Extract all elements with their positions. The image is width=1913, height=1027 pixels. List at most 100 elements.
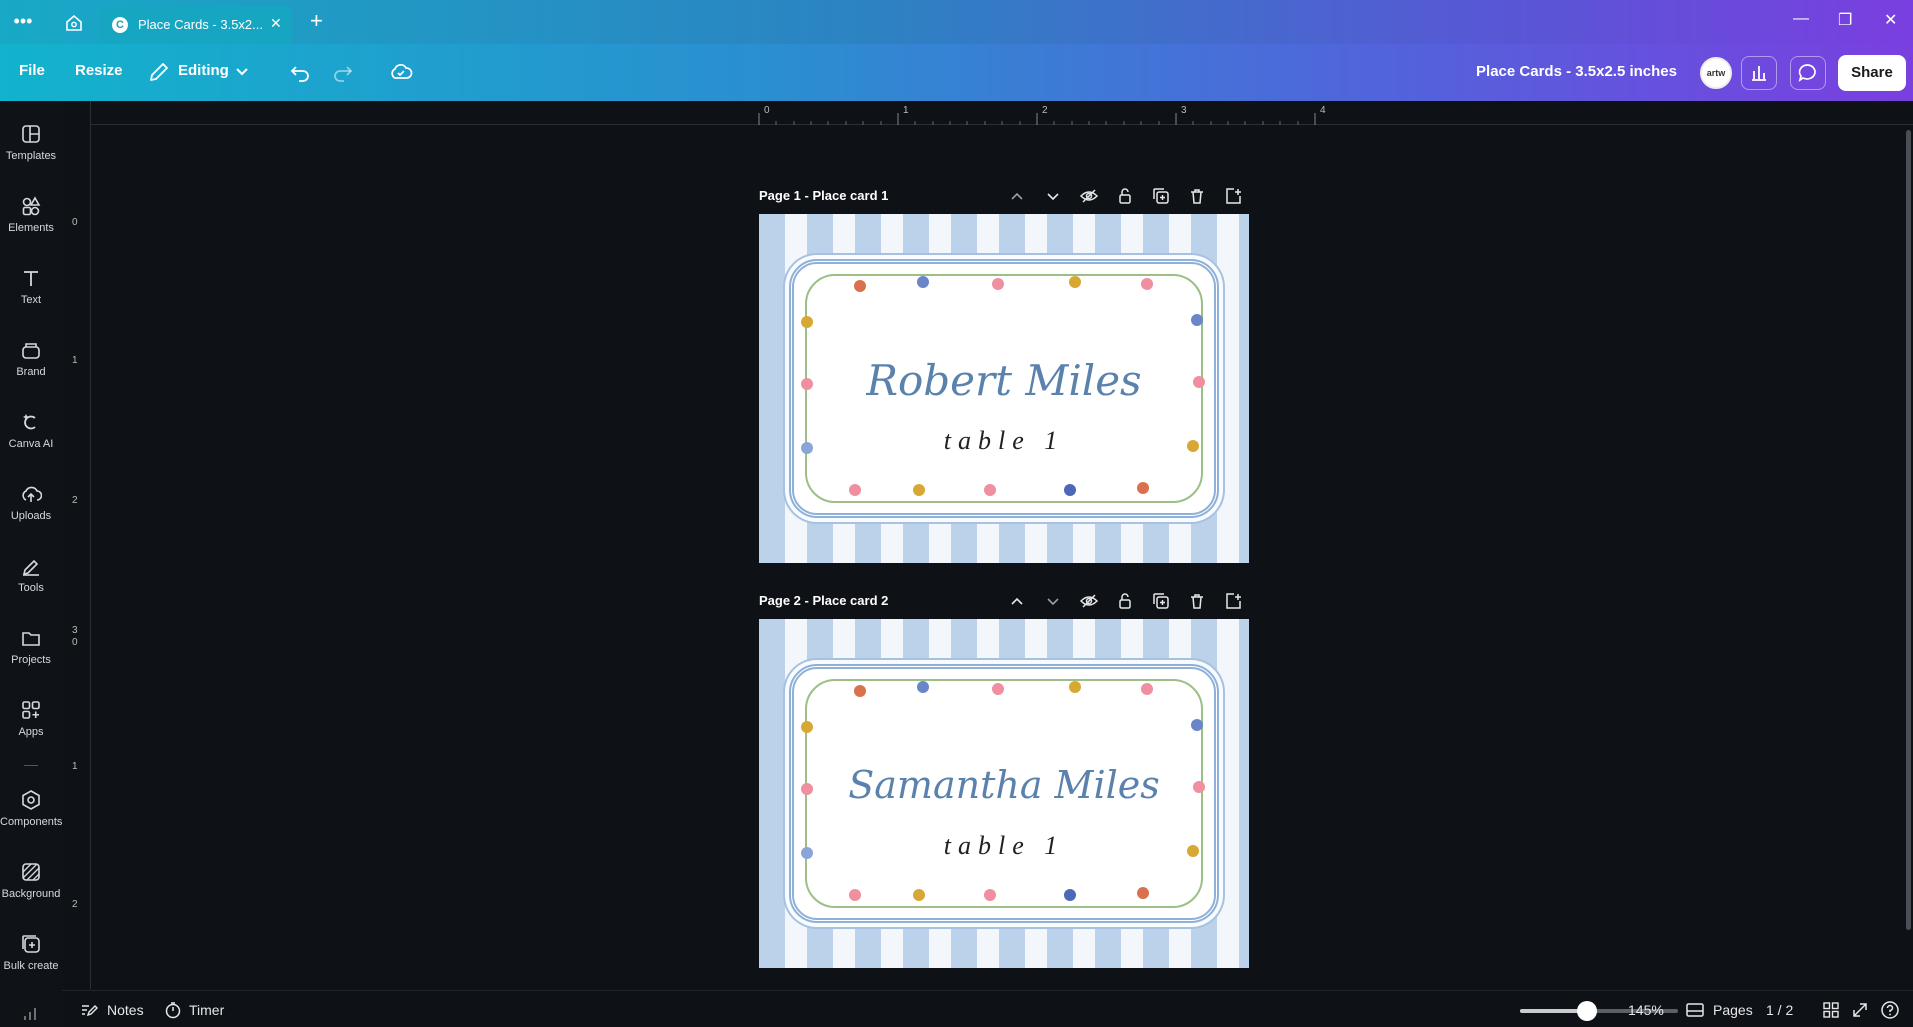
- sidebar-item-text[interactable]: Text: [0, 267, 62, 306]
- close-tab-icon[interactable]: ✕: [270, 15, 282, 32]
- document-title[interactable]: Place Cards - 3.5x2.5 inches: [1476, 63, 1677, 80]
- pages-button[interactable]: Pages: [1713, 1002, 1753, 1018]
- page-count[interactable]: 1 / 2: [1766, 1002, 1793, 1018]
- brand-icon: [22, 343, 40, 359]
- hide-page-icon[interactable]: [1079, 591, 1099, 611]
- elements-icon: [22, 196, 41, 216]
- avatar[interactable]: artw: [1700, 57, 1732, 89]
- text-icon: [24, 271, 38, 286]
- sidebar-item-canva-ai[interactable]: Canva AI: [0, 411, 62, 450]
- chevron-up-icon[interactable]: [1007, 591, 1027, 611]
- page-title[interactable]: Page 1 - Place card 1: [759, 188, 888, 203]
- add-page-icon[interactable]: [1223, 591, 1243, 611]
- duplicate-page-icon[interactable]: [1151, 186, 1171, 206]
- pencil-icon[interactable]: [146, 59, 172, 85]
- ruler-mark: 1: [72, 761, 78, 772]
- delete-page-icon[interactable]: [1187, 591, 1207, 611]
- cloud-saved-icon[interactable]: [388, 59, 414, 85]
- tab-title: Place Cards - 3.5x2...: [138, 17, 263, 32]
- place-card-page-1[interactable]: Robert Miles table 1: [759, 214, 1249, 563]
- sidebar-item-label: Canva AI: [8, 438, 54, 450]
- sidebar-item-label: Brand: [16, 366, 46, 378]
- place-card-page-2[interactable]: Samantha Miles table 1: [759, 619, 1249, 968]
- new-tab-button[interactable]: +: [310, 8, 323, 34]
- sidebar-item-brand[interactable]: Brand: [0, 339, 62, 378]
- file-menu-button[interactable]: File: [19, 62, 45, 79]
- browser-tab-bar: ••• C Place Cards - 3.5x2... ✕ + — ❐ ✕: [0, 0, 1913, 44]
- sidebar-item-background[interactable]: Background: [0, 861, 62, 900]
- home-icon[interactable]: [64, 13, 84, 33]
- sidebar-item-templates[interactable]: Templates: [0, 123, 62, 162]
- grid-view-icon[interactable]: [1822, 1001, 1840, 1019]
- restore-icon[interactable]: ❐: [1838, 10, 1852, 30]
- resize-button[interactable]: Resize: [75, 62, 123, 79]
- ruler-mark: 3: [72, 625, 78, 636]
- more-menu-icon[interactable]: •••: [12, 12, 34, 34]
- flower-decoration: [854, 685, 866, 697]
- sidebar-item-apps[interactable]: Apps: [0, 699, 62, 738]
- table-number[interactable]: table 1: [759, 426, 1249, 456]
- duplicate-page-icon[interactable]: [1151, 591, 1171, 611]
- sidebar-item-tools[interactable]: Tools: [0, 555, 62, 594]
- ruler-mark: 0: [764, 105, 770, 116]
- table-number[interactable]: table 1: [759, 831, 1249, 861]
- zoom-level[interactable]: 145%: [1628, 1002, 1664, 1018]
- flower-decoration: [913, 484, 925, 496]
- lock-icon[interactable]: [1115, 591, 1135, 611]
- flower-decoration: [849, 889, 861, 901]
- left-sidebar: Templates Elements Text Brand Canva AI U…: [0, 101, 62, 1027]
- undo-icon[interactable]: [287, 59, 313, 85]
- flower-decoration: [992, 278, 1004, 290]
- insights-button[interactable]: [1741, 56, 1777, 90]
- timer-icon[interactable]: [164, 1001, 182, 1019]
- page-title[interactable]: Page 2 - Place card 2: [759, 593, 888, 608]
- redo-icon[interactable]: [330, 59, 356, 85]
- left-ruler: 0 1 2 3 0 1 2: [66, 101, 91, 989]
- sidebar-item-components[interactable]: Components: [0, 789, 62, 828]
- editing-mode-button[interactable]: Editing: [178, 62, 229, 79]
- chevron-down-icon[interactable]: [1043, 591, 1063, 611]
- notes-icon[interactable]: [80, 1002, 98, 1018]
- canva-favicon-icon: C: [112, 17, 128, 33]
- bottom-bar: Notes Timer 145% Pages 1 / 2: [62, 990, 1913, 1027]
- hide-page-icon[interactable]: [1079, 186, 1099, 206]
- flower-decoration: [849, 484, 861, 496]
- flower-decoration: [1191, 719, 1203, 731]
- help-icon[interactable]: [1880, 1000, 1900, 1020]
- add-page-icon[interactable]: [1223, 186, 1243, 206]
- browser-tab[interactable]: C Place Cards - 3.5x2... ✕: [100, 6, 292, 44]
- minimize-icon[interactable]: —: [1793, 10, 1809, 28]
- notes-button[interactable]: Notes: [107, 1002, 144, 1018]
- timer-button[interactable]: Timer: [189, 1002, 224, 1018]
- pages-icon[interactable]: [1685, 1002, 1705, 1018]
- sidebar-item-bulk-create[interactable]: Bulk create: [0, 933, 62, 972]
- editor-toolbar: File Resize Editing Place Cards - 3.5x2.…: [0, 44, 1913, 101]
- flower-decoration: [984, 484, 996, 496]
- chevron-up-icon[interactable]: [1007, 186, 1027, 206]
- flower-decoration: [1069, 681, 1081, 693]
- page-2-header: Page 2 - Place card 2: [759, 587, 1249, 615]
- guest-name[interactable]: Robert Miles: [759, 356, 1249, 405]
- lock-icon[interactable]: [1115, 186, 1135, 206]
- sidebar-item-elements[interactable]: Elements: [0, 195, 62, 234]
- close-window-icon[interactable]: ✕: [1884, 10, 1897, 30]
- sidebar-item-projects[interactable]: Projects: [0, 627, 62, 666]
- ruler-mark: 0: [72, 217, 78, 228]
- flower-decoration: [1141, 683, 1153, 695]
- delete-page-icon[interactable]: [1187, 186, 1207, 206]
- zoom-slider-handle[interactable]: [1576, 1001, 1597, 1021]
- sidebar-item-uploads[interactable]: Uploads: [0, 483, 62, 522]
- analytics-icon[interactable]: [21, 1005, 41, 1021]
- vertical-scrollbar[interactable]: [1906, 130, 1911, 930]
- sidebar-item-label: Bulk create: [3, 960, 59, 972]
- chevron-down-icon[interactable]: [1043, 186, 1063, 206]
- flower-decoration: [917, 681, 929, 693]
- chevron-down-icon[interactable]: [229, 59, 255, 85]
- top-ruler: 0 1 2 3 4: [91, 101, 1913, 125]
- background-icon: [22, 863, 40, 881]
- share-button[interactable]: Share: [1838, 55, 1906, 91]
- comments-button[interactable]: [1790, 56, 1826, 90]
- bar-chart-icon: [1752, 66, 1766, 81]
- fullscreen-icon[interactable]: [1851, 1001, 1869, 1019]
- guest-name[interactable]: Samantha Miles: [759, 763, 1249, 807]
